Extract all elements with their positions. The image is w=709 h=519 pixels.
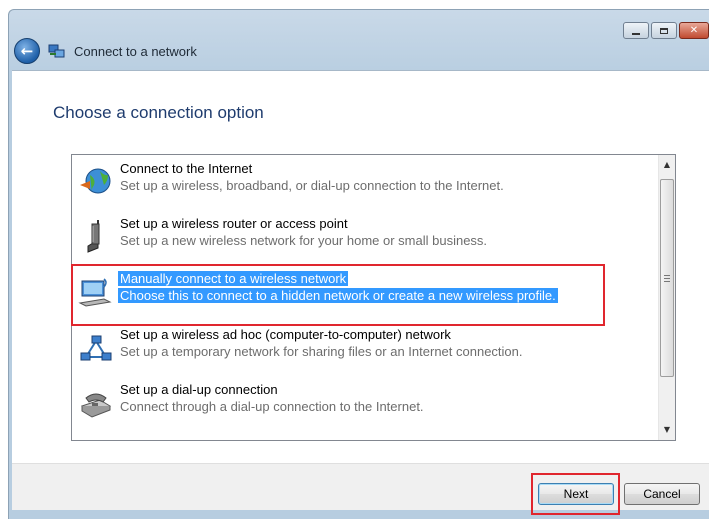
dialup-phone-icon: [80, 393, 112, 418]
back-button[interactable]: ←: [14, 38, 40, 64]
wireless-router-icon: [87, 220, 100, 253]
maximize-button[interactable]: [651, 22, 677, 39]
page-heading: Choose a connection option: [53, 103, 264, 122]
wireless-computer-icon: [78, 278, 112, 307]
option-description: Connect through a dial-up connection to …: [120, 399, 424, 414]
connection-options-list[interactable]: Connect to the Internet Set up a wireles…: [71, 154, 676, 441]
cancel-button[interactable]: Cancel: [624, 483, 700, 505]
close-icon: ✕: [689, 24, 699, 36]
option-title: Set up a dial-up connection: [120, 382, 278, 397]
button-bar: Next Cancel: [12, 463, 709, 515]
scroll-up-button[interactable]: ▲: [659, 156, 675, 173]
option-title: Set up a wireless ad hoc (computer-to-co…: [120, 327, 451, 342]
wizard-content: Choose a connection option Connect to th…: [12, 70, 709, 463]
option-title: Manually connect to a wireless network: [118, 271, 349, 286]
grip-icon: [664, 274, 670, 282]
option-wireless-router[interactable]: Set up a wireless router or access point…: [74, 214, 654, 264]
minimize-button[interactable]: [623, 22, 649, 39]
network-title-icon: [48, 42, 66, 60]
minimize-icon: [632, 32, 640, 35]
option-description: Set up a wireless, broadband, or dial-up…: [120, 178, 504, 193]
scroll-down-button[interactable]: ▼: [659, 421, 675, 438]
option-title: Set up a wireless router or access point: [120, 216, 348, 231]
back-arrow-icon: ←: [20, 41, 34, 60]
option-description: Set up a temporary network for sharing f…: [120, 344, 523, 359]
scroll-thumb[interactable]: [660, 179, 674, 377]
option-dialup[interactable]: Set up a dial-up connection Connect thro…: [74, 380, 654, 430]
globe-internet-icon: [80, 168, 111, 194]
chevron-up-icon: ▲: [663, 160, 671, 169]
close-button[interactable]: ✕: [679, 22, 709, 39]
chevron-down-icon: ▼: [663, 425, 671, 434]
adhoc-network-icon: [80, 335, 112, 361]
maximize-icon: [660, 27, 668, 34]
option-manual-wireless[interactable]: Manually connect to a wireless network C…: [71, 264, 654, 326]
option-adhoc-network[interactable]: Set up a wireless ad hoc (computer-to-co…: [74, 325, 654, 375]
option-description: Set up a new wireless network for your h…: [120, 233, 488, 248]
option-description: Choose this to connect to a hidden netwo…: [118, 288, 558, 303]
option-title: Connect to the Internet: [120, 161, 253, 176]
vertical-scrollbar[interactable]: ▲ ▼: [658, 155, 675, 440]
window-title: Connect to a network: [74, 43, 197, 59]
navigation-bar: ← Connect to a network: [14, 37, 197, 65]
next-button[interactable]: Next: [538, 483, 614, 505]
window-controls: ✕: [623, 22, 709, 39]
option-connect-internet[interactable]: Connect to the Internet Set up a wireles…: [74, 159, 654, 209]
